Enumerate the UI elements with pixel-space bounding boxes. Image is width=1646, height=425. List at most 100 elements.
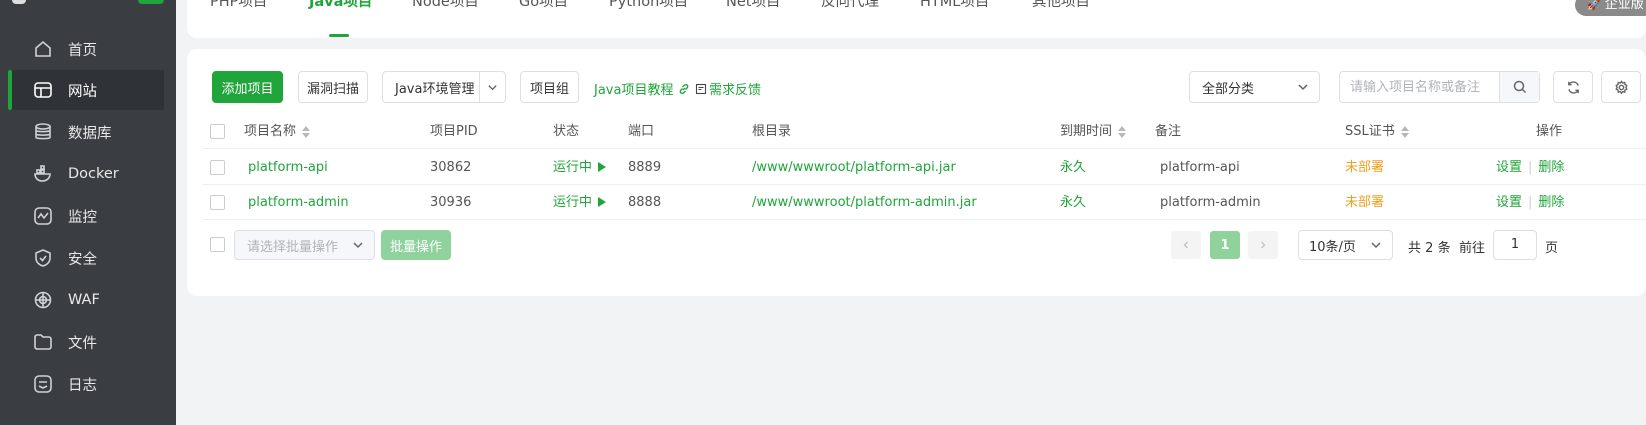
tab-node[interactable]: Node项目 (412, 0, 479, 14)
project-group-button[interactable]: 项目组 (520, 71, 579, 103)
sidebar-item-security[interactable]: 安全 (8, 238, 164, 278)
sidebar: 首页 网站 数据库 Docker 监控 安全 WAF 文件 日志 (0, 0, 176, 425)
settings-button[interactable] (1601, 71, 1641, 103)
batch-operation-button[interactable]: 批量操作 (381, 230, 451, 260)
category-select[interactable]: 全部分类 (1189, 71, 1320, 103)
project-name-link[interactable]: platform-admin (248, 185, 349, 220)
sidebar-item-label: 监控 (68, 209, 97, 226)
tab-go[interactable]: Go项目 (519, 0, 568, 14)
chevron-left-icon (1183, 241, 1188, 249)
gear-icon (1614, 79, 1628, 94)
java-env-dropdown-toggle[interactable] (479, 72, 505, 102)
column-name[interactable]: 项目名称 (244, 115, 311, 149)
goto-page-input[interactable]: 1 (1493, 230, 1537, 260)
feedback-link[interactable]: 需求反馈 (695, 79, 761, 98)
log-icon (32, 373, 54, 395)
folder-icon (32, 331, 54, 353)
tab-reverse-proxy[interactable]: 反向代理 (821, 0, 879, 14)
table-header: 项目名称 项目PID 状态 端口 根目录 到期时间 备注 SSL证书 操作 (203, 115, 1646, 149)
delete-link[interactable]: 删除 (1538, 195, 1564, 210)
sidebar-item-label: Docker (68, 166, 119, 182)
sidebar-item-files[interactable]: 文件 (8, 322, 164, 362)
page-number-button[interactable]: 1 (1210, 231, 1240, 259)
page-unit-label: 页 (1545, 241, 1559, 256)
rocket-icon: 🚀 (1587, 0, 1601, 11)
batch-operation-select[interactable]: 请选择批量操作 (234, 230, 375, 260)
tab-other[interactable]: 其他项目 (1032, 0, 1090, 14)
goto-label: 前往 (1459, 241, 1486, 256)
project-name-link[interactable]: platform-api (248, 150, 328, 185)
prev-page-button[interactable] (1171, 231, 1201, 259)
logo (12, 0, 26, 4)
expire-time[interactable]: 永久 (1060, 150, 1086, 185)
sidebar-item-waf[interactable]: WAF (8, 280, 164, 320)
settings-link[interactable]: 设置 (1496, 195, 1522, 210)
next-page-button[interactable] (1248, 231, 1278, 259)
tab-java[interactable]: Java项目 (309, 0, 372, 14)
sidebar-item-database[interactable]: 数据库 (8, 112, 164, 152)
root-path-link[interactable]: /www/wwwroot/platform-api.jar (752, 150, 956, 185)
row-checkbox[interactable] (210, 160, 225, 175)
column-port: 端口 (628, 124, 655, 139)
select-all-checkbox[interactable] (210, 124, 225, 139)
search-button[interactable] (1499, 72, 1539, 102)
table-row: platform-api 30862 运行中 8889 /www/wwwroot… (203, 150, 1646, 185)
row-actions: 设置 | 删除 (1496, 160, 1565, 175)
column-actions: 操作 (1536, 124, 1563, 139)
column-ssl[interactable]: SSL证书 (1345, 115, 1409, 149)
ssl-status[interactable]: 未部署 (1345, 150, 1384, 185)
expire-time[interactable]: 永久 (1060, 185, 1086, 220)
sidebar-item-home[interactable]: 首页 (8, 29, 164, 69)
tab-html[interactable]: HTML项目 (920, 0, 989, 14)
vuln-scan-button[interactable]: 漏洞扫描 (298, 71, 368, 103)
java-tutorial-link[interactable]: Java项目教程 (594, 79, 690, 98)
java-env-button[interactable]: Java环境管理 (383, 78, 479, 97)
tab-python[interactable]: Python项目 (609, 0, 688, 14)
tab-php[interactable]: PHP项目 (210, 0, 267, 14)
add-project-button[interactable]: 添加项目 (212, 71, 283, 103)
chevron-down-icon (1371, 242, 1381, 249)
search-input[interactable] (1340, 72, 1499, 102)
shield-icon (32, 247, 54, 269)
docker-icon (32, 163, 54, 185)
column-expire[interactable]: 到期时间 (1060, 115, 1127, 149)
sidebar-item-label: 网站 (68, 83, 97, 100)
sidebar-item-website[interactable]: 网站 (8, 70, 164, 110)
sidebar-item-docker[interactable]: Docker (8, 154, 164, 194)
refresh-icon (1567, 80, 1579, 94)
edition-badge[interactable]: 🚀 企业版 (1575, 0, 1646, 16)
footer-select-all-checkbox[interactable] (210, 237, 225, 252)
table-row: platform-admin 30936 运行中 8888 /www/wwwro… (203, 185, 1646, 220)
project-type-tabs: PHP项目 Java项目 Node项目 Go项目 Python项目 Net项目 … (187, 0, 1646, 38)
sidebar-item-label: 日志 (68, 377, 97, 394)
java-env-split-button: Java环境管理 (382, 71, 506, 103)
status-toggle[interactable]: 运行中 (553, 150, 607, 185)
sort-icon (302, 126, 311, 138)
settings-link[interactable]: 设置 (1496, 160, 1522, 175)
status-toggle[interactable]: 运行中 (553, 185, 607, 220)
root-path-link[interactable]: /www/wwwroot/platform-admin.jar (752, 185, 977, 220)
chevron-down-icon (1298, 84, 1308, 91)
sidebar-item-label: 数据库 (68, 125, 112, 142)
row-checkbox[interactable] (210, 195, 225, 210)
page-size-select[interactable]: 10条/页 (1298, 230, 1393, 260)
ssl-status[interactable]: 未部署 (1345, 185, 1384, 220)
project-pid: 30862 (430, 160, 472, 175)
waf-icon (32, 289, 54, 311)
sidebar-item-monitor[interactable]: 监控 (8, 196, 164, 236)
row-actions: 设置 | 删除 (1496, 195, 1565, 210)
sort-icon (1400, 126, 1409, 138)
column-status: 状态 (553, 124, 580, 139)
refresh-button[interactable] (1553, 71, 1593, 103)
project-search (1339, 71, 1540, 103)
delete-link[interactable]: 删除 (1538, 160, 1564, 175)
remark-text[interactable]: platform-api (1160, 150, 1240, 185)
active-tab-indicator (329, 34, 349, 37)
sidebar-item-logs[interactable]: 日志 (8, 364, 164, 404)
tab-net[interactable]: Net项目 (726, 0, 780, 14)
sidebar-top-badge (138, 0, 164, 4)
chevron-down-icon (353, 242, 363, 249)
sidebar-item-label: 文件 (68, 335, 97, 352)
remark-text[interactable]: platform-admin (1160, 185, 1261, 220)
edit-icon (695, 83, 707, 94)
